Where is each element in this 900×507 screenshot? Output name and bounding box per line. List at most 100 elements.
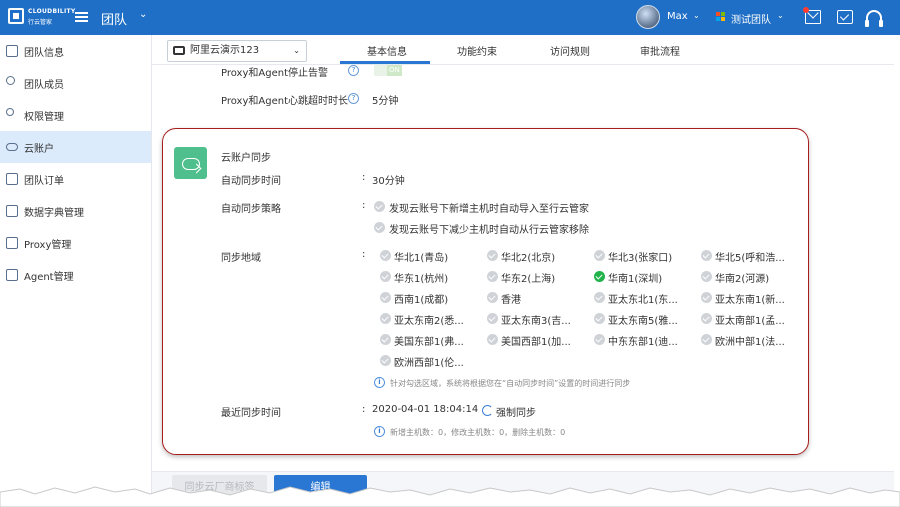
region-checkbox[interactable] (701, 250, 712, 261)
edit-button[interactable]: 编辑 (274, 475, 367, 501)
region-label[interactable]: 欧洲西部1(伦... (394, 354, 464, 369)
chevron-down-icon[interactable]: ⌄ (693, 11, 700, 20)
region-checkbox[interactable] (701, 292, 712, 303)
region-checkbox[interactable] (380, 355, 391, 366)
region-checkbox[interactable] (487, 292, 498, 303)
check-icon[interactable] (374, 201, 385, 212)
region-checkbox[interactable] (594, 334, 605, 345)
logo-text-cn: 行云管家 (28, 19, 53, 26)
help-icon[interactable]: ? (348, 93, 359, 104)
region-checkbox[interactable] (380, 313, 391, 324)
region-checkbox[interactable] (701, 313, 712, 324)
colon: : (362, 249, 366, 260)
region-label[interactable]: 华东1(杭州) (394, 270, 448, 285)
region-checkbox[interactable] (380, 271, 391, 282)
footer-bar: 同步云厂商标签 编辑 (152, 471, 894, 507)
info-icon: i (374, 377, 385, 388)
region-label[interactable]: 中东东部1(迪... (608, 333, 678, 348)
region-checkbox[interactable] (701, 271, 712, 282)
sidebar-item-team-info[interactable]: 团队信息 (0, 35, 151, 67)
tab-approval-flow[interactable]: 审批流程 (640, 43, 680, 58)
sidebar-item-label: 团队成员 (24, 79, 64, 91)
auto-sync-time-label: 自动同步时间 (221, 176, 281, 187)
region-label[interactable]: 美国东部1(弗... (394, 333, 464, 348)
sidebar-item-label: Proxy管理 (24, 239, 72, 251)
document-icon (6, 45, 18, 57)
region-checkbox[interactable] (594, 313, 605, 324)
region-label[interactable]: 华南2(河源) (715, 270, 769, 285)
region-checkbox[interactable] (594, 250, 605, 261)
region-checkbox[interactable] (487, 313, 498, 324)
task-icon[interactable] (837, 10, 853, 24)
cloud-sync-icon (174, 147, 207, 179)
colon: : (362, 404, 366, 415)
region-checkbox[interactable] (487, 250, 498, 261)
region-label[interactable]: 华北3(张家口) (608, 249, 672, 264)
refresh-icon[interactable] (482, 405, 493, 416)
sidebar-item-dictionary[interactable]: 数据字典管理 (0, 195, 151, 227)
chevron-down-icon[interactable]: ⌄ (139, 9, 147, 20)
region-checkbox[interactable] (380, 334, 391, 345)
region-label[interactable]: 亚太东南3(吉... (501, 312, 571, 327)
logo-text-en: CLOUDBILITY (28, 8, 76, 15)
region-label[interactable]: 亚太东南1(新... (715, 291, 785, 306)
last-sync-stats: 新增主机数：0，修改主机数：0，删除主机数：0 (390, 428, 566, 437)
region-label[interactable]: 亚太东南2(悉... (394, 312, 464, 327)
chevron-down-icon[interactable]: ⌄ (777, 11, 784, 20)
tab-basic-info[interactable]: 基本信息 (367, 43, 407, 58)
region-label[interactable]: 西南1(成都) (394, 291, 448, 306)
help-icon[interactable]: ? (348, 65, 359, 76)
region-checkbox[interactable] (487, 334, 498, 345)
region-label[interactable]: 香港 (501, 291, 521, 306)
region-label[interactable]: 美国西部1(加... (501, 333, 571, 348)
region-label[interactable]: 华南1(深圳) (608, 270, 662, 285)
region-label[interactable]: 亚太南部1(孟... (715, 312, 785, 327)
region-checkbox[interactable] (380, 292, 391, 303)
avatar[interactable] (636, 5, 660, 29)
sidebar-item-label: 团队信息 (24, 47, 64, 59)
region-checkbox[interactable] (380, 250, 391, 261)
sidebar-item-label: 数据字典管理 (24, 207, 84, 219)
people-icon (6, 76, 15, 85)
force-sync-button[interactable]: 强制同步 (496, 404, 536, 419)
tab-access-rules[interactable]: 访问规则 (550, 43, 590, 58)
support-icon[interactable] (865, 10, 883, 27)
alarm-label: Proxy和Agent停止告警 (221, 68, 328, 79)
last-sync-time-label: 最近同步时间 (221, 408, 281, 419)
region-label[interactable]: 亚太东北1(东... (608, 291, 678, 306)
menu-icon[interactable] (75, 12, 88, 22)
sidebar: 团队信息 团队成员 权限管理 云账户 团队订单 数据字典管理 Proxy管理 A… (0, 35, 152, 507)
region-label[interactable]: 华东2(上海) (501, 270, 555, 285)
auto-sync-time-value: 30分钟 (372, 176, 405, 187)
sidebar-item-permissions[interactable]: 权限管理 (0, 99, 151, 131)
region-checkbox[interactable] (487, 271, 498, 282)
region-checkbox[interactable] (594, 271, 605, 282)
region-checkbox[interactable] (594, 292, 605, 303)
tab-feature-constraints[interactable]: 功能约束 (457, 43, 497, 58)
brand-logo[interactable]: CLOUDBILITY 行云管家 (8, 6, 75, 28)
sidebar-item-team-members[interactable]: 团队成员 (0, 67, 151, 99)
region-label[interactable]: 华北1(青岛) (394, 249, 448, 264)
sidebar-item-agent[interactable]: Agent管理 (0, 259, 151, 291)
team-name[interactable]: 测试团队 (731, 11, 771, 26)
region-label[interactable]: 欧洲中部1(法... (715, 333, 785, 348)
section-title[interactable]: 团队 (101, 9, 127, 28)
proxy-icon (6, 237, 18, 249)
region-label[interactable]: 亚太东南5(雅... (608, 312, 678, 327)
user-name[interactable]: Max (667, 11, 688, 22)
alarm-switch[interactable]: ON (374, 65, 402, 76)
account-select[interactable]: 阿里云演示123 ⌄ (167, 40, 307, 62)
sidebar-item-label: 团队订单 (24, 175, 64, 187)
sidebar-item-proxy[interactable]: Proxy管理 (0, 227, 151, 259)
sync-tags-button[interactable]: 同步云厂商标签 (172, 475, 267, 501)
sync-regions-label: 同步地域 (221, 253, 261, 264)
check-icon[interactable] (374, 222, 385, 233)
top-bar: CLOUDBILITY 行云管家 团队 ⌄ Max ⌄ 测试团队 ⌄ (0, 0, 900, 35)
sidebar-item-team-orders[interactable]: 团队订单 (0, 163, 151, 195)
sidebar-item-label: Agent管理 (24, 271, 74, 283)
region-label[interactable]: 华北2(北京) (501, 249, 555, 264)
sidebar-item-cloud-account[interactable]: 云账户 (0, 131, 151, 163)
region-label[interactable]: 华北5(呼和浩... (715, 249, 785, 264)
region-checkbox[interactable] (701, 334, 712, 345)
cloud-icon (6, 143, 18, 151)
